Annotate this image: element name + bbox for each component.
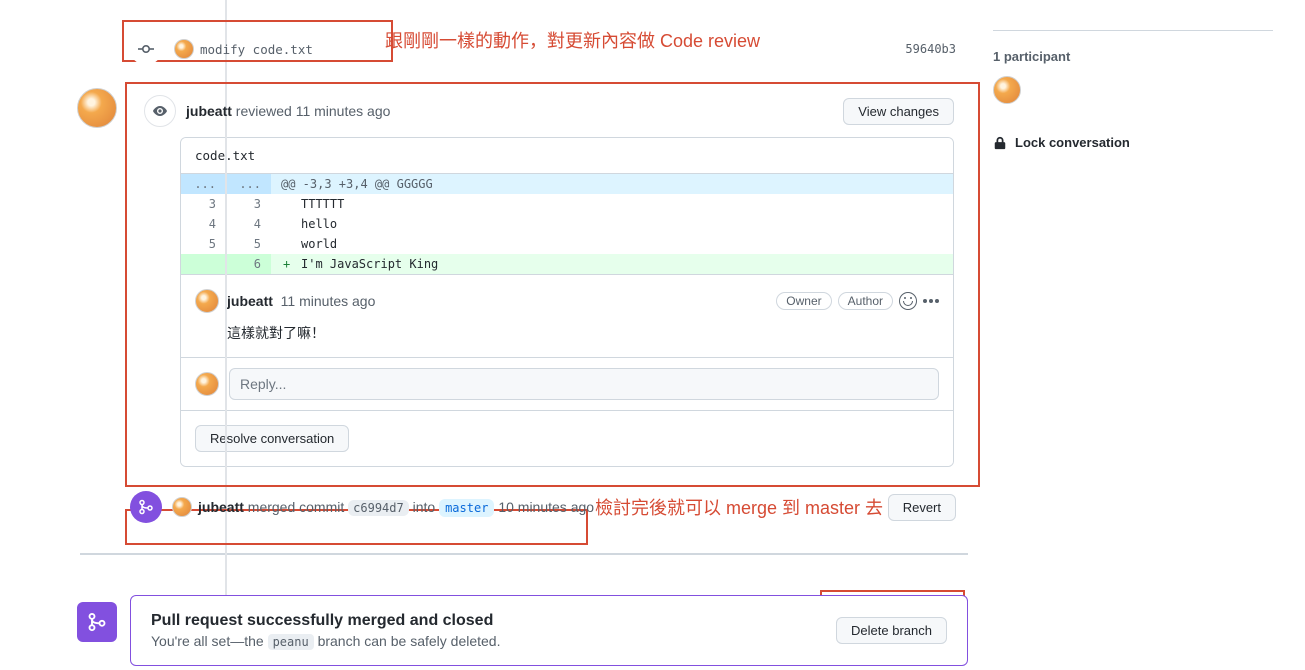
merge-sha[interactable]: c6994d7 <box>348 500 409 516</box>
comment-menu-button[interactable] <box>923 299 939 303</box>
merge-time: 10 minutes ago <box>494 499 594 515</box>
revert-button[interactable]: Revert <box>888 494 956 521</box>
commit-sha[interactable]: 59640b3 <box>905 42 956 56</box>
code-line: TTTTTT <box>271 194 953 214</box>
reviewer-name[interactable]: jubeatt <box>186 103 232 119</box>
hunk-dots: ... <box>181 174 226 194</box>
add-reaction-button[interactable] <box>899 292 917 310</box>
hunk-header: @@ -3,3 +3,4 @@ GGGGG <box>271 174 953 194</box>
merge-avatar[interactable] <box>172 497 192 517</box>
reply-avatar <box>195 372 219 396</box>
code-line-added: +I'm JavaScript King <box>271 254 953 274</box>
merge-icon <box>130 491 162 523</box>
participants-heading: 1 participant <box>993 49 1273 64</box>
review-icon <box>144 95 176 127</box>
file-name[interactable]: code.txt <box>181 138 953 174</box>
participant-avatar[interactable] <box>993 76 1021 104</box>
merge-target-branch[interactable]: master <box>439 499 494 517</box>
review-action: reviewed <box>232 103 296 119</box>
comment-avatar[interactable] <box>195 289 219 313</box>
file-diff: code.txt ... ... @@ -3,3 +3,4 @@ GGGGG 3… <box>180 137 954 467</box>
deleted-branch: peanu <box>268 634 314 650</box>
comment-body: 這樣就對了嘛！ <box>227 323 939 343</box>
review-time: 11 minutes ago <box>296 103 391 119</box>
comment-author[interactable]: jubeatt <box>227 293 273 309</box>
reply-input[interactable]: Reply... <box>229 368 939 400</box>
hunk-dots: ... <box>226 174 271 194</box>
commit-icon <box>130 33 162 65</box>
delete-branch-button[interactable]: Delete branch <box>836 617 947 644</box>
author-badge: Author <box>838 292 893 310</box>
owner-badge: Owner <box>776 292 831 310</box>
code-line: hello <box>271 214 953 234</box>
code-line: world <box>271 234 953 254</box>
resolve-conversation-button[interactable]: Resolve conversation <box>195 425 349 452</box>
lock-conversation-link[interactable]: Lock conversation <box>993 135 1273 150</box>
merge-user[interactable]: jubeatt <box>198 499 244 515</box>
timeline-avatar[interactable] <box>77 88 117 128</box>
view-changes-button[interactable]: View changes <box>843 98 954 125</box>
merged-badge-icon <box>77 602 117 642</box>
commit-message[interactable]: modify code.txt <box>200 42 313 57</box>
lock-icon <box>993 136 1007 150</box>
merged-title: Pull request successfully merged and clo… <box>151 612 820 630</box>
avatar[interactable] <box>174 39 194 59</box>
